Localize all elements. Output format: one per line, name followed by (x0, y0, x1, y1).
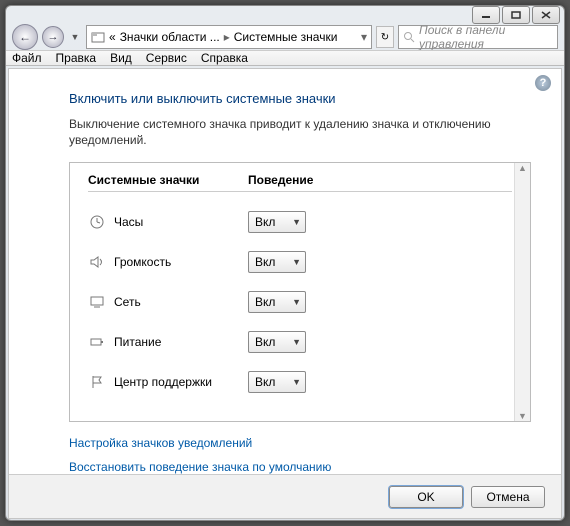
row-clock-label: Часы (114, 215, 248, 229)
history-dropdown-icon[interactable]: ▼ (68, 27, 82, 47)
menu-edit[interactable]: Правка (56, 51, 97, 65)
row-action-label: Центр поддержки (114, 375, 248, 389)
col-behavior: Поведение (248, 173, 313, 187)
dropdown-arrow-icon: ▼ (292, 257, 301, 267)
breadcrumb-part1[interactable]: Значки области ... (120, 30, 220, 44)
ok-button[interactable]: OK (389, 486, 463, 508)
clock-icon (88, 213, 106, 231)
scroll-up-icon[interactable]: ▲ (518, 163, 527, 173)
cancel-button[interactable]: Отмена (471, 486, 545, 508)
breadcrumb-prefix: « (109, 30, 116, 44)
titlebar (6, 6, 564, 24)
search-placeholder: Поиск в панели управления (419, 23, 553, 51)
scroll-down-icon[interactable]: ▼ (518, 411, 527, 421)
icons-panel: Системные значки Поведение Часы Вкл ▼ Гр… (69, 162, 531, 422)
row-action-center: Центр поддержки Вкл ▼ (88, 362, 512, 402)
link-restore[interactable]: Восстановить поведение значка по умолчан… (69, 460, 531, 474)
link-customize[interactable]: Настройка значков уведомлений (69, 436, 531, 450)
row-action-select[interactable]: Вкл ▼ (248, 371, 306, 393)
scrollbar[interactable]: ▲ ▼ (514, 163, 530, 421)
col-icons: Системные значки (88, 173, 248, 187)
volume-icon (88, 253, 106, 271)
maximize-button[interactable] (502, 6, 530, 24)
folder-icon (91, 31, 105, 43)
links-area: Настройка значков уведомлений Восстанови… (69, 436, 531, 474)
address-dropdown-icon[interactable]: ▾ (361, 30, 367, 44)
network-icon (88, 293, 106, 311)
page-description: Выключение системного значка приводит к … (69, 116, 531, 148)
search-box[interactable]: Поиск в панели управления (398, 25, 558, 49)
row-power-select[interactable]: Вкл ▼ (248, 331, 306, 353)
menu-tools[interactable]: Сервис (146, 51, 187, 65)
row-volume-value: Вкл (255, 255, 275, 269)
breadcrumb-part2[interactable]: Системные значки (234, 30, 338, 44)
menu-view[interactable]: Вид (110, 51, 132, 65)
help-icon[interactable]: ? (535, 75, 551, 91)
row-network-value: Вкл (255, 295, 275, 309)
row-network: Сеть Вкл ▼ (88, 282, 512, 322)
row-action-value: Вкл (255, 375, 275, 389)
row-network-select[interactable]: Вкл ▼ (248, 291, 306, 313)
search-icon (403, 31, 415, 43)
window: ← → ▼ « Значки области ... ▸ Системные з… (5, 5, 565, 521)
dropdown-arrow-icon: ▼ (292, 297, 301, 307)
chevron-right-icon[interactable]: ▸ (224, 30, 230, 44)
address-bar[interactable]: « Значки области ... ▸ Системные значки … (86, 25, 372, 49)
dropdown-arrow-icon: ▼ (292, 217, 301, 227)
refresh-button[interactable]: ↻ (376, 26, 394, 48)
row-network-label: Сеть (114, 295, 248, 309)
row-clock: Часы Вкл ▼ (88, 202, 512, 242)
menu-help[interactable]: Справка (201, 51, 248, 65)
dropdown-arrow-icon: ▼ (292, 377, 301, 387)
page-title: Включить или выключить системные значки (69, 91, 531, 106)
navbar: ← → ▼ « Значки области ... ▸ Системные з… (6, 24, 564, 50)
footer: OK Отмена (9, 474, 561, 518)
row-power: Питание Вкл ▼ (88, 322, 512, 362)
forward-button[interactable]: → (42, 26, 64, 48)
row-volume: Громкость Вкл ▼ (88, 242, 512, 282)
row-power-value: Вкл (255, 335, 275, 349)
row-power-label: Питание (114, 335, 248, 349)
column-headers: Системные значки Поведение (88, 173, 512, 187)
menubar: Файл Правка Вид Сервис Справка (6, 50, 564, 66)
header-divider (88, 191, 512, 192)
minimize-button[interactable] (472, 6, 500, 24)
row-volume-label: Громкость (114, 255, 248, 269)
flag-icon (88, 373, 106, 391)
menu-file[interactable]: Файл (12, 51, 42, 65)
content-area: ? Включить или выключить системные значк… (8, 68, 562, 519)
dropdown-arrow-icon: ▼ (292, 337, 301, 347)
row-volume-select[interactable]: Вкл ▼ (248, 251, 306, 273)
power-icon (88, 333, 106, 351)
close-button[interactable] (532, 6, 560, 24)
back-button[interactable]: ← (12, 24, 38, 50)
row-clock-value: Вкл (255, 215, 275, 229)
row-clock-select[interactable]: Вкл ▼ (248, 211, 306, 233)
